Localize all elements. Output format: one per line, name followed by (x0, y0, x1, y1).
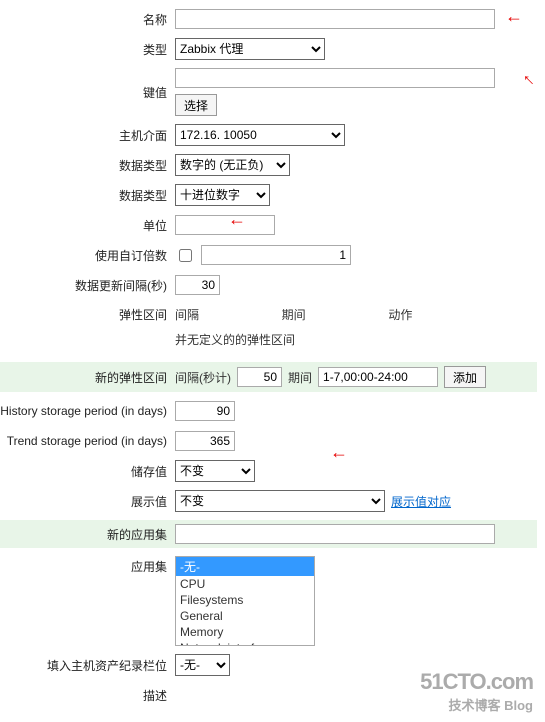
update-interval-input[interactable] (175, 275, 220, 295)
label-type: 类型 (0, 41, 175, 58)
flex-header-action: 动作 (388, 306, 495, 323)
key-input[interactable] (175, 68, 495, 88)
add-button[interactable]: 添加 (444, 366, 486, 388)
label-history: History storage period (in days) (0, 404, 175, 418)
trend-input[interactable] (175, 431, 235, 451)
host-interface-select[interactable]: 172.16. 10050 (175, 124, 345, 146)
number-type-select[interactable]: 十进位数字 (175, 184, 270, 206)
label-name: 名称 (0, 11, 175, 28)
watermark: 51CTO.com 技术博客 Blog (420, 669, 533, 714)
label-unit: 单位 (0, 217, 175, 234)
flexible-intervals-table: 间隔 期间 动作 并无定义的的弹性区间 (175, 304, 495, 354)
select-button[interactable]: 选择 (175, 94, 217, 116)
label-data-type: 数据类型 (0, 157, 175, 174)
application-option[interactable]: CPU (176, 576, 314, 592)
label-host-interface: 主机介面 (0, 127, 175, 144)
arrow-annotation-icon: ← (505, 10, 523, 22)
show-value-select[interactable]: 不变 (175, 490, 385, 512)
label-show-value: 展示值 (0, 493, 175, 510)
flex-header-period: 期间 (282, 306, 389, 323)
application-option[interactable]: General (176, 608, 314, 624)
show-value-map-link[interactable]: 展示值对应 (391, 493, 451, 510)
label-custom-multiplier: 使用自订倍数 (0, 247, 175, 264)
name-input[interactable] (175, 9, 495, 29)
label-trend: Trend storage period (in days) (0, 434, 175, 448)
custom-multiplier-checkbox[interactable] (179, 249, 192, 262)
label-number-type: 数据类型 (0, 187, 175, 204)
applications-multiselect[interactable]: -无-CPUFilesystemsGeneralMemoryNetwork in… (175, 556, 315, 646)
new-interval-input[interactable] (237, 367, 282, 387)
label-new-flexible: 新的弹性区间 (0, 369, 175, 386)
flex-header-interval: 间隔 (175, 306, 282, 323)
custom-multiplier-input[interactable] (201, 245, 351, 265)
application-option[interactable]: Memory (176, 624, 314, 640)
label-update-interval: 数据更新间隔(秒) (0, 277, 175, 294)
new-period-input[interactable] (318, 367, 438, 387)
watermark-line2: 技术博客 Blog (420, 695, 533, 714)
application-option[interactable]: Filesystems (176, 592, 314, 608)
data-type-select[interactable]: 数字的 (无正负) (175, 154, 290, 176)
new-app-input[interactable] (175, 524, 495, 544)
flex-empty-text: 并无定义的的弹性区间 (175, 329, 495, 354)
label-flexible-intervals: 弹性区间 (0, 304, 175, 323)
arrow-annotation-icon: ← (330, 446, 348, 458)
new-interval-label: 间隔(秒计) (175, 369, 231, 386)
label-applications: 应用集 (0, 556, 175, 575)
label-description: 描述 (0, 687, 175, 704)
label-store-value: 储存值 (0, 463, 175, 480)
application-option[interactable]: -无- (176, 557, 314, 576)
application-option[interactable]: Network interfaces (176, 640, 314, 646)
inventory-select[interactable]: -无- (175, 654, 230, 676)
label-key: 键值 (0, 84, 175, 101)
label-new-app: 新的应用集 (0, 526, 175, 543)
label-inventory: 填入主机资产纪录栏位 (0, 657, 175, 674)
watermark-line1: 51CTO.com (420, 669, 533, 695)
arrow-annotation-icon: ← (228, 213, 246, 225)
new-period-label: 期间 (288, 369, 312, 386)
type-select[interactable]: Zabbix 代理 (175, 38, 325, 60)
unit-input[interactable] (175, 215, 275, 235)
history-input[interactable] (175, 401, 235, 421)
store-value-select[interactable]: 不变 (175, 460, 255, 482)
